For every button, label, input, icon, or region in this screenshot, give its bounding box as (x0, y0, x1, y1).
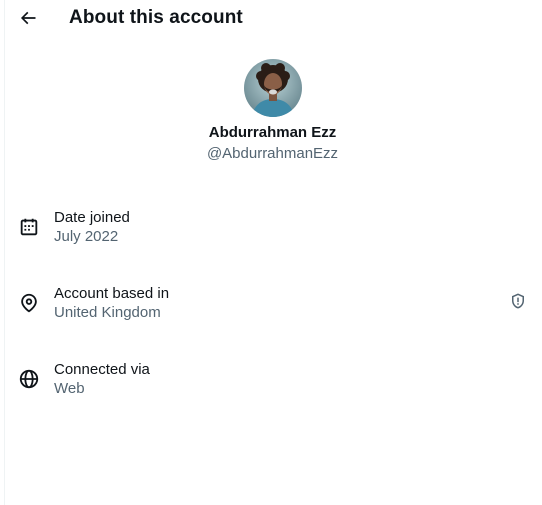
page-header: About this account (0, 0, 542, 36)
calendar-icon (18, 216, 40, 238)
page-title: About this account (69, 7, 243, 28)
detail-date-joined: Date joined July 2022 (0, 208, 542, 248)
avatar[interactable] (243, 59, 302, 117)
back-button[interactable] (14, 4, 42, 32)
location-pin-icon (18, 292, 40, 314)
display-name: Abdurrahman Ezz (208, 124, 337, 141)
profile-summary: Abdurrahman Ezz @AbdurrahmanEzz (0, 59, 542, 163)
detail-connected-via: Connected via Web (0, 360, 542, 400)
shield-alert-icon[interactable] (509, 292, 527, 310)
detail-value: United Kingdom (54, 304, 161, 321)
detail-label: Connected via (54, 361, 150, 378)
detail-label: Account based in (54, 285, 170, 302)
handle: @AbdurrahmanEzz (206, 145, 339, 162)
detail-account-based-in: Account based in United Kingdom (0, 284, 542, 324)
detail-value: Web (54, 380, 85, 397)
globe-icon (18, 368, 40, 390)
detail-value: July 2022 (54, 228, 119, 245)
detail-label: Date joined (54, 209, 130, 226)
arrow-left-icon (20, 11, 36, 25)
